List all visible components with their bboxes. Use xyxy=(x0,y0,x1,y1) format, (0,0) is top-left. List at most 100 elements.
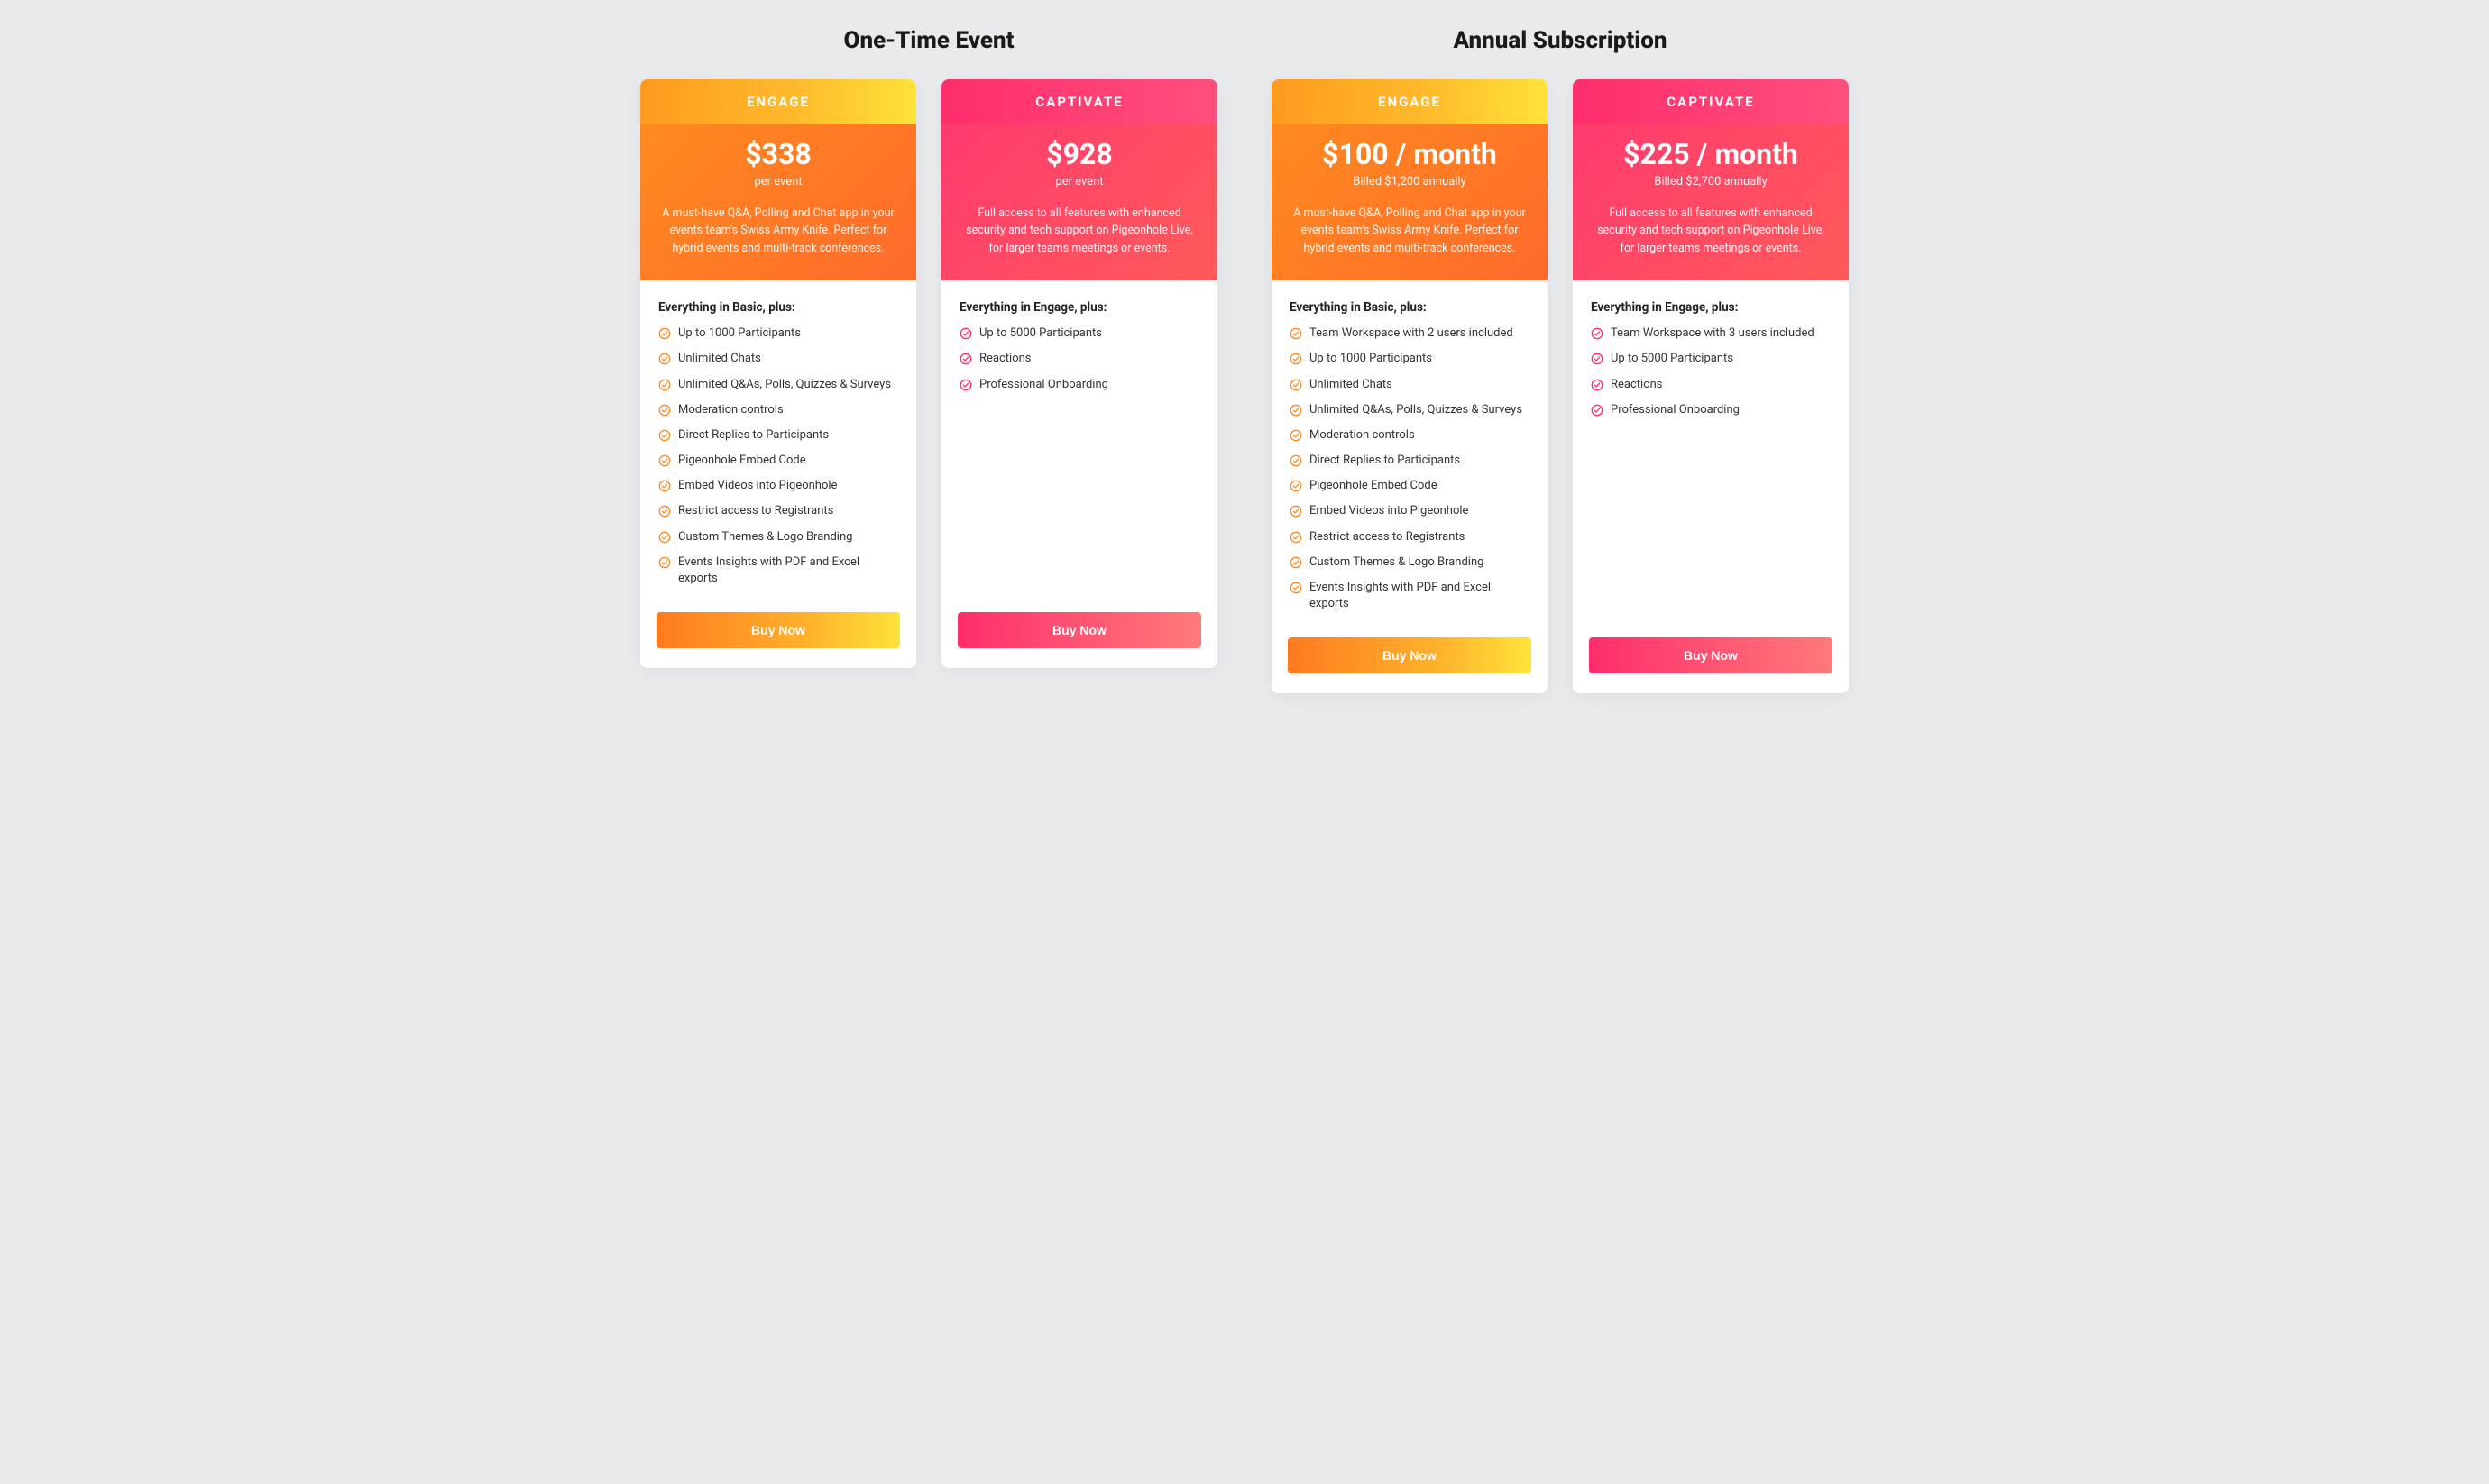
feature-item: Reactions xyxy=(1591,377,1831,393)
feature-text: Unlimited Chats xyxy=(1309,377,1392,393)
buy-now-button[interactable]: Buy Now xyxy=(1589,637,1832,673)
check-icon xyxy=(960,327,972,340)
feature-text: Up to 1000 Participants xyxy=(1309,351,1432,367)
plan-description: Full access to all features with enhance… xyxy=(961,205,1198,257)
check-icon xyxy=(658,379,671,391)
plan-header: ENGAGE $338 per event A must-have Q&A, P… xyxy=(640,79,916,280)
feature-item: Direct Replies to Participants xyxy=(1290,453,1529,469)
plan-card-engage: ENGAGE $100 / month Billed $1,200 annual… xyxy=(1272,79,1548,693)
check-icon xyxy=(1591,379,1603,391)
plan-description: Full access to all features with enhance… xyxy=(1593,205,1829,257)
check-icon xyxy=(1290,429,1302,442)
feature-text: Custom Themes & Logo Branding xyxy=(678,529,852,545)
plan-header: ENGAGE $100 / month Billed $1,200 annual… xyxy=(1272,79,1548,280)
feature-item: Unlimited Chats xyxy=(658,351,898,367)
plan-billing: Billed $1,200 annually xyxy=(1291,175,1528,188)
feature-item: Embed Videos into Pigeonhole xyxy=(658,478,898,494)
plan-description: A must-have Q&A, Polling and Chat app in… xyxy=(660,205,896,257)
plan-name: CAPTIVATE xyxy=(1573,79,1849,124)
plan-description: A must-have Q&A, Polling and Chat app in… xyxy=(1291,205,1528,257)
plan-billing: Billed $2,700 annually xyxy=(1593,175,1829,188)
feature-item: Custom Themes & Logo Branding xyxy=(1290,554,1529,571)
feature-text: Restrict access to Registrants xyxy=(1309,529,1465,545)
check-icon xyxy=(658,505,671,518)
features-title: Everything in Basic, plus: xyxy=(1290,300,1529,315)
feature-text: Events Insights with PDF and Excel expor… xyxy=(678,554,898,587)
plan-price: $225 / month xyxy=(1593,137,1829,171)
feature-list: Team Workspace with 3 users included Up t… xyxy=(1591,325,1831,418)
plan-cards: ENGAGE $338 per event A must-have Q&A, P… xyxy=(640,79,1217,668)
plan-summary: $928 per event Full access to all featur… xyxy=(941,124,1217,280)
feature-text: Custom Themes & Logo Branding xyxy=(1309,554,1483,571)
feature-item: Restrict access to Registrants xyxy=(658,503,898,519)
feature-item: Direct Replies to Participants xyxy=(658,427,898,444)
feature-item: Up to 1000 Participants xyxy=(658,325,898,342)
check-icon xyxy=(658,404,671,417)
check-icon xyxy=(1290,379,1302,391)
check-icon xyxy=(1290,404,1302,417)
feature-text: Restrict access to Registrants xyxy=(678,503,833,519)
feature-item: Custom Themes & Logo Branding xyxy=(658,529,898,545)
feature-text: Unlimited Q&As, Polls, Quizzes & Surveys xyxy=(1309,402,1522,418)
plan-price: $100 / month xyxy=(1291,137,1528,171)
feature-item: Up to 5000 Participants xyxy=(1591,351,1831,367)
buy-now-button[interactable]: Buy Now xyxy=(1288,637,1531,673)
feature-text: Pigeonhole Embed Code xyxy=(1309,478,1437,494)
check-icon xyxy=(658,327,671,340)
feature-text: Professional Onboarding xyxy=(1611,402,1740,418)
plan-name: ENGAGE xyxy=(640,79,916,124)
section-annual: Annual Subscription ENGAGE $100 / month … xyxy=(1272,27,1849,693)
check-icon xyxy=(1290,531,1302,544)
check-icon xyxy=(1290,582,1302,594)
feature-item: Reactions xyxy=(960,351,1199,367)
pricing-sections: One-Time Event ENGAGE $338 per event A m… xyxy=(36,27,2453,693)
features-title: Everything in Engage, plus: xyxy=(960,300,1199,315)
feature-item: Embed Videos into Pigeonhole xyxy=(1290,503,1529,519)
plan-header: CAPTIVATE $225 / month Billed $2,700 ann… xyxy=(1573,79,1849,280)
feature-text: Direct Replies to Participants xyxy=(1309,453,1460,469)
feature-item: Pigeonhole Embed Code xyxy=(1290,478,1529,494)
plan-header: CAPTIVATE $928 per event Full access to … xyxy=(941,79,1217,280)
check-icon xyxy=(960,353,972,365)
plan-features: Everything in Engage, plus: Up to 5000 P… xyxy=(941,280,1217,612)
buy-now-button[interactable]: Buy Now xyxy=(657,612,900,648)
plan-features: Everything in Basic, plus: Team Workspac… xyxy=(1272,280,1548,637)
feature-item: Pigeonhole Embed Code xyxy=(658,453,898,469)
check-icon xyxy=(658,429,671,442)
feature-item: Professional Onboarding xyxy=(1591,402,1831,418)
feature-text: Up to 1000 Participants xyxy=(678,325,801,342)
feature-item: Unlimited Q&As, Polls, Quizzes & Surveys xyxy=(1290,402,1529,418)
plan-features: Everything in Basic, plus: Up to 1000 Pa… xyxy=(640,280,916,612)
plan-price: $338 xyxy=(660,137,896,171)
features-title: Everything in Basic, plus: xyxy=(658,300,898,315)
plan-features: Everything in Engage, plus: Team Workspa… xyxy=(1573,280,1849,637)
plan-summary: $338 per event A must-have Q&A, Polling … xyxy=(640,124,916,280)
plan-price: $928 xyxy=(961,137,1198,171)
plan-name: ENGAGE xyxy=(1272,79,1548,124)
feature-text: Reactions xyxy=(1611,377,1663,393)
check-icon xyxy=(658,353,671,365)
feature-item: Professional Onboarding xyxy=(960,377,1199,393)
plan-card-captivate: CAPTIVATE $928 per event Full access to … xyxy=(941,79,1217,668)
section-title: One-Time Event xyxy=(640,27,1217,54)
feature-text: Events Insights with PDF and Excel expor… xyxy=(1309,580,1529,612)
feature-text: Team Workspace with 2 users included xyxy=(1309,325,1513,342)
feature-text: Pigeonhole Embed Code xyxy=(678,453,806,469)
feature-text: Unlimited Q&As, Polls, Quizzes & Surveys xyxy=(678,377,891,393)
feature-item: Events Insights with PDF and Excel expor… xyxy=(658,554,898,587)
check-icon xyxy=(1290,454,1302,467)
plan-summary: $100 / month Billed $1,200 annually A mu… xyxy=(1272,124,1548,280)
check-icon xyxy=(1290,480,1302,492)
feature-text: Unlimited Chats xyxy=(678,351,761,367)
check-icon xyxy=(960,379,972,391)
plan-billing: per event xyxy=(660,175,896,188)
check-icon xyxy=(1290,556,1302,569)
check-icon xyxy=(658,556,671,569)
buy-now-button[interactable]: Buy Now xyxy=(958,612,1201,648)
feature-text: Reactions xyxy=(979,351,1032,367)
feature-text: Direct Replies to Participants xyxy=(678,427,829,444)
check-icon xyxy=(1290,353,1302,365)
feature-item: Team Workspace with 3 users included xyxy=(1591,325,1831,342)
feature-text: Embed Videos into Pigeonhole xyxy=(1309,503,1468,519)
feature-list: Team Workspace with 2 users included Up t… xyxy=(1290,325,1529,612)
